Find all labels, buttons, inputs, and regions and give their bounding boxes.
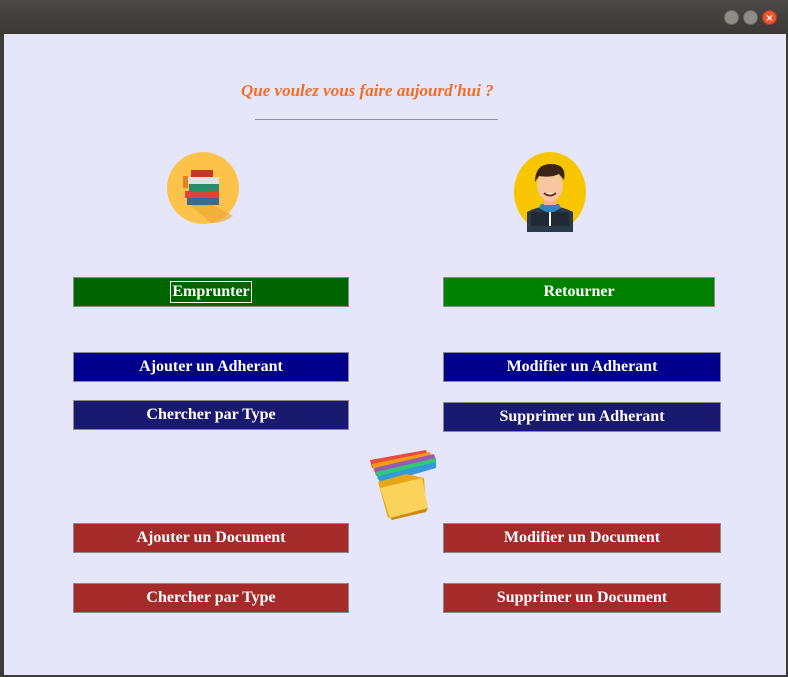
- person-reading-icon: [514, 152, 586, 232]
- modifier-document-button[interactable]: Modifier un Document: [443, 523, 721, 553]
- books-icon: [167, 152, 239, 224]
- retourner-button[interactable]: Retourner: [443, 277, 715, 307]
- supprimer-adherant-button[interactable]: Supprimer un Adherant: [443, 402, 721, 432]
- maximize-button[interactable]: [743, 10, 758, 25]
- ajouter-adherant-button[interactable]: Ajouter un Adherant: [73, 352, 349, 382]
- supprimer-document-button[interactable]: Supprimer un Document: [443, 583, 721, 613]
- window-titlebar: ×: [0, 0, 788, 34]
- folder-icon: [370, 450, 436, 520]
- title-divider: [255, 119, 498, 120]
- modifier-adherant-button[interactable]: Modifier un Adherant: [443, 352, 721, 382]
- ajouter-document-button[interactable]: Ajouter un Document: [73, 523, 349, 553]
- close-button[interactable]: ×: [762, 10, 777, 25]
- chercher-type-adherant-button[interactable]: Chercher par Type: [73, 400, 349, 430]
- main-panel: Que voulez vous faire aujourd'hui ? Empr…: [4, 34, 786, 675]
- minimize-button[interactable]: [724, 10, 739, 25]
- chercher-type-document-button[interactable]: Chercher par Type: [73, 583, 349, 613]
- page-title: Que voulez vous faire aujourd'hui ?: [241, 81, 494, 100]
- emprunter-button-label: Emprunter: [170, 281, 252, 303]
- emprunter-button[interactable]: Emprunter: [73, 277, 349, 307]
